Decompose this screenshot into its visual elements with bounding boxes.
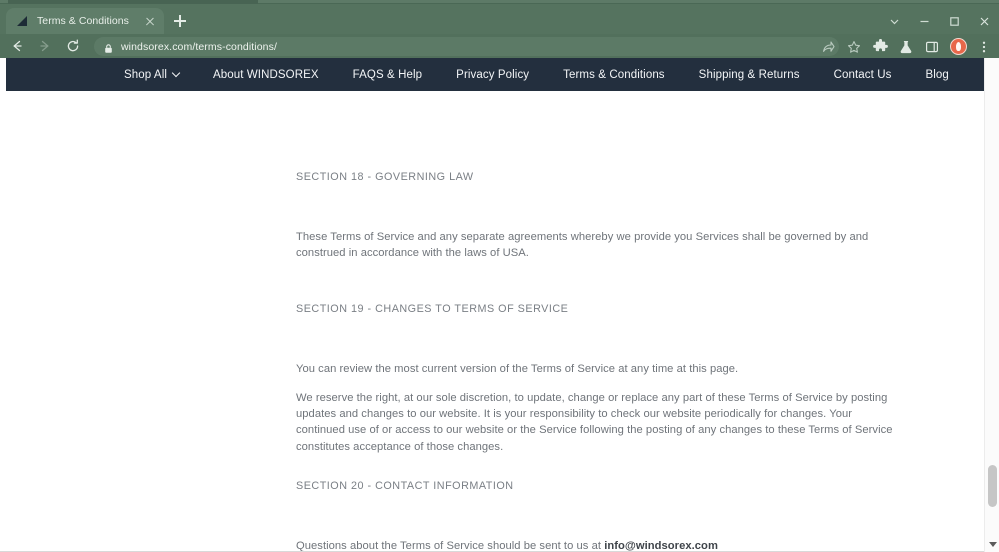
- nav-item-faqs-help[interactable]: FAQS & Help: [353, 69, 423, 81]
- nav-item-contact-us[interactable]: Contact Us: [834, 69, 892, 81]
- site-favicon-icon: [16, 14, 30, 28]
- tab-title: Terms & Conditions: [37, 15, 129, 27]
- browser-window: Terms & Conditions windsorex.com/terms-c…: [0, 0, 999, 552]
- scroll-down-arrow-icon[interactable]: [985, 537, 999, 551]
- section-20-paragraph: Questions about the Terms of Service sho…: [296, 538, 896, 552]
- section-18-heading: SECTION 18 - GOVERNING LAW: [296, 171, 474, 183]
- section-19-paragraph-2: We reserve the right, at our sole discre…: [296, 392, 893, 453]
- page-viewport: Shop All About WINDSOREX FAQS & Help Pri…: [0, 58, 999, 552]
- profile-avatar[interactable]: [945, 36, 971, 57]
- section-20-heading: SECTION 20 - CONTACT INFORMATION: [296, 480, 514, 492]
- browser-tab[interactable]: Terms & Conditions: [6, 8, 164, 34]
- window-controls: [879, 8, 999, 34]
- section-18-paragraph: These Terms of Service and any separate …: [296, 231, 869, 260]
- nav-item-shipping-returns[interactable]: Shipping & Returns: [699, 69, 800, 81]
- vertical-scrollbar-thumb[interactable]: [988, 465, 997, 507]
- chevron-down-icon: [171, 68, 181, 78]
- maximize-window-button[interactable]: [939, 8, 969, 34]
- reload-button[interactable]: [62, 35, 84, 57]
- url-text: windsorex.com/terms-conditions/: [121, 40, 277, 53]
- tab-search-chevron-down-icon[interactable]: [879, 8, 909, 34]
- new-tab-button[interactable]: [170, 11, 190, 31]
- nav-item-blog[interactable]: Blog: [925, 69, 948, 81]
- beaker-icon[interactable]: [893, 36, 919, 57]
- chrome-menu-icon[interactable]: [971, 36, 997, 57]
- section-19-paragraph-1: You can review the most current version …: [296, 363, 739, 375]
- lock-icon: [103, 41, 114, 53]
- nav-item-shop-all[interactable]: Shop All: [124, 68, 181, 81]
- browser-toolbar: windsorex.com/terms-conditions/: [0, 34, 999, 58]
- share-icon[interactable]: [815, 36, 841, 57]
- side-panel-icon[interactable]: [919, 36, 945, 57]
- bookmark-star-icon[interactable]: [841, 36, 867, 57]
- close-tab-icon[interactable]: [142, 13, 158, 29]
- section-19-heading: SECTION 19 - CHANGES TO TERMS OF SERVICE: [296, 303, 569, 315]
- toolbar-actions: [815, 36, 997, 57]
- nav-item-label: Shop All: [124, 68, 167, 81]
- close-window-button[interactable]: [969, 8, 999, 34]
- vertical-scrollbar-track[interactable]: [984, 58, 999, 552]
- nav-item-terms-conditions[interactable]: Terms & Conditions: [563, 69, 665, 81]
- forward-button[interactable]: [34, 35, 56, 57]
- minimize-window-button[interactable]: [909, 8, 939, 34]
- nav-item-about-windsorex[interactable]: About WINDSOREX: [213, 69, 319, 81]
- nav-item-privacy-policy[interactable]: Privacy Policy: [456, 69, 529, 81]
- address-bar[interactable]: windsorex.com/terms-conditions/: [94, 37, 839, 56]
- tab-strip: Terms & Conditions: [0, 4, 999, 34]
- site-navigation-bar: Shop All About WINDSOREX FAQS & Help Pri…: [6, 58, 987, 91]
- extensions-puzzle-icon[interactable]: [867, 36, 893, 57]
- back-button[interactable]: [6, 35, 28, 57]
